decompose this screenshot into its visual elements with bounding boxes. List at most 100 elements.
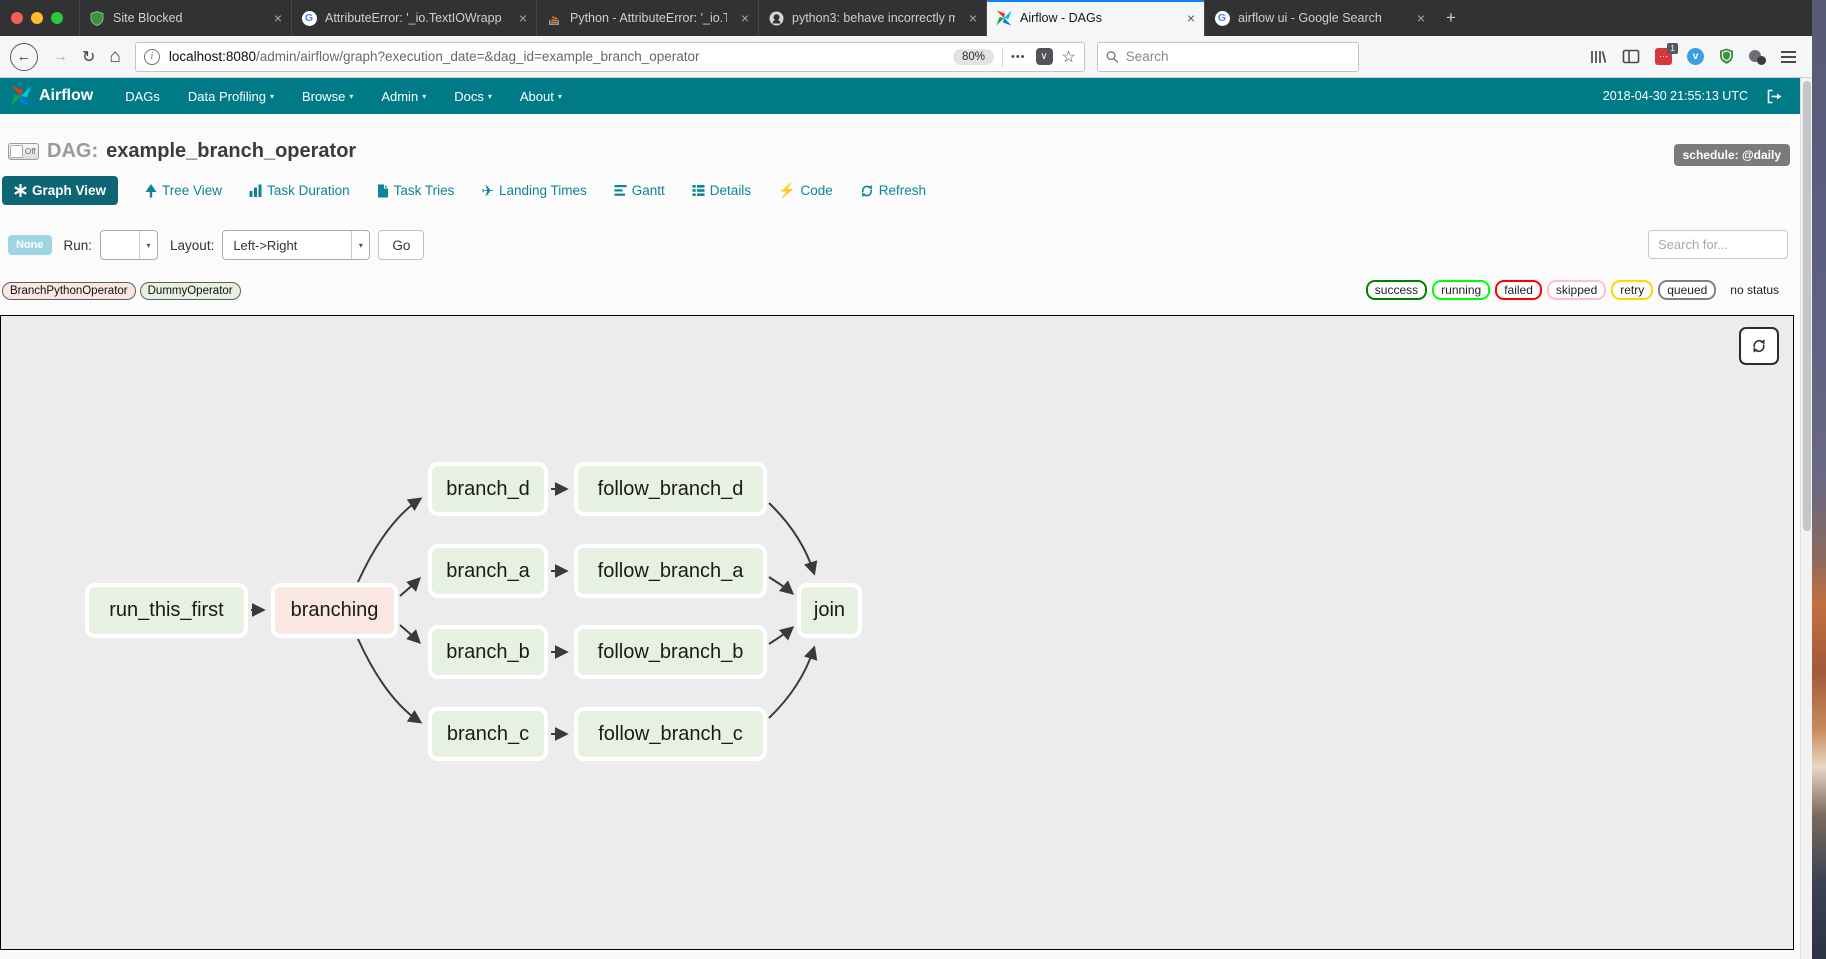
close-tab-icon[interactable]: × bbox=[274, 10, 282, 26]
scrollbar-thumb[interactable] bbox=[1803, 81, 1811, 531]
forward-button[interactable]: → bbox=[52, 48, 68, 66]
nav-item-docs[interactable]: Docs▾ bbox=[440, 78, 506, 114]
dag-node-branch-b[interactable]: branch_b bbox=[428, 625, 548, 679]
page-scrollbar[interactable] bbox=[1800, 78, 1812, 959]
gantt-bars-icon bbox=[614, 184, 627, 197]
close-tab-icon[interactable]: × bbox=[969, 10, 977, 26]
zoom-level-badge[interactable]: 80% bbox=[953, 49, 994, 65]
airflow-icon bbox=[996, 10, 1012, 26]
adblock-extension-icon[interactable]: ⋯ 1 bbox=[1655, 48, 1672, 65]
tab-title: Python - AttributeError: '_io.Te bbox=[570, 11, 727, 25]
dag-node-run-this-first[interactable]: run_this_first bbox=[85, 583, 248, 638]
extension-badge: 1 bbox=[1667, 43, 1678, 54]
graph-refresh-button[interactable] bbox=[1739, 327, 1779, 365]
logout-icon[interactable] bbox=[1766, 89, 1782, 104]
dag-header: Off DAG: example_branch_operator bbox=[8, 140, 356, 163]
zoom-window-button[interactable] bbox=[51, 12, 63, 24]
dag-node-join[interactable]: join bbox=[797, 583, 862, 638]
tab-python3-behave[interactable]: python3: behave incorrectly mo × bbox=[758, 0, 986, 36]
close-tab-icon[interactable]: × bbox=[741, 10, 749, 26]
tab-title: airflow ui - Google Search bbox=[1238, 11, 1403, 25]
back-button[interactable]: ← bbox=[10, 43, 38, 71]
search-input[interactable] bbox=[1126, 49, 1350, 64]
node-label: branch_b bbox=[446, 641, 529, 664]
airflow-brand[interactable]: Airflow bbox=[10, 85, 93, 107]
home-button[interactable]: ⌂ bbox=[109, 46, 120, 68]
legend-status-queued: queued bbox=[1658, 280, 1716, 300]
airflow-navbar: Airflow DAGs Data Profiling▾ Browse▾ Adm… bbox=[0, 78, 1800, 114]
node-label: branch_a bbox=[446, 560, 529, 583]
plane-icon: ✈ bbox=[481, 182, 494, 200]
dag-prefix-label: DAG: bbox=[47, 140, 98, 163]
tab-code[interactable]: ⚡ Code bbox=[778, 182, 833, 199]
file-chart-icon bbox=[377, 184, 389, 198]
tab-title: Site Blocked bbox=[113, 11, 260, 25]
ghostery-extension-icon[interactable] bbox=[1749, 48, 1766, 65]
browser-tab-bar: Site Blocked × G AttributeError: '_io.Te… bbox=[0, 0, 1812, 36]
blue-extension-icon[interactable]: v bbox=[1687, 48, 1704, 65]
dag-node-branching[interactable]: branching bbox=[271, 583, 398, 638]
tab-attributeerror[interactable]: G AttributeError: '_io.TextIOWrapp × bbox=[291, 0, 536, 36]
dag-node-branch-c[interactable]: branch_c bbox=[428, 707, 548, 761]
dag-node-branch-a[interactable]: branch_a bbox=[428, 544, 548, 598]
pocket-icon[interactable]: ∨ bbox=[1036, 48, 1053, 65]
airflow-logo-icon bbox=[10, 85, 32, 107]
run-select[interactable]: ▾ bbox=[100, 230, 158, 260]
task-search-input[interactable] bbox=[1648, 230, 1788, 259]
dag-node-follow-branch-c[interactable]: follow_branch_c bbox=[574, 707, 767, 761]
dag-graph-canvas[interactable]: run_this_first branching branch_d follow… bbox=[0, 315, 1794, 950]
url-host: localhost:8080 bbox=[169, 49, 256, 64]
sidebar-icon[interactable] bbox=[1622, 49, 1640, 64]
shield-extension-icon[interactable] bbox=[1719, 48, 1734, 65]
nav-item-dags[interactable]: DAGs bbox=[111, 78, 174, 114]
close-tab-icon[interactable]: × bbox=[1187, 10, 1195, 26]
dag-pause-toggle[interactable]: Off bbox=[8, 143, 39, 160]
tab-landing-times[interactable]: ✈ Landing Times bbox=[481, 182, 586, 200]
caret-down-icon: ▾ bbox=[558, 92, 562, 101]
url-text[interactable]: localhost:8080/admin/airflow/graph?execu… bbox=[169, 49, 953, 64]
nav-item-admin[interactable]: Admin▾ bbox=[367, 78, 440, 114]
close-tab-icon[interactable]: × bbox=[519, 10, 527, 26]
dag-node-follow-branch-d[interactable]: follow_branch_d bbox=[574, 462, 767, 516]
reload-button[interactable]: ↻ bbox=[82, 47, 95, 67]
minimize-window-button[interactable] bbox=[31, 12, 43, 24]
legend-status-running: running bbox=[1432, 280, 1490, 300]
legend-status-retry: retry bbox=[1611, 280, 1653, 300]
legend-branchpythonoperator: BranchPythonOperator bbox=[2, 282, 136, 300]
legend-status-no-status: no status bbox=[1721, 280, 1788, 300]
tab-tree-view[interactable]: Tree View bbox=[145, 183, 222, 198]
tab-gantt[interactable]: Gantt bbox=[614, 183, 665, 198]
browser-search-bar[interactable] bbox=[1097, 42, 1359, 72]
url-bar[interactable]: i localhost:8080/admin/airflow/graph?exe… bbox=[135, 42, 1085, 72]
toggle-label: Off bbox=[25, 147, 36, 156]
layout-select[interactable]: Left->Right ▾ bbox=[222, 230, 370, 260]
caret-down-icon: ▾ bbox=[488, 92, 492, 101]
go-button[interactable]: Go bbox=[378, 230, 424, 260]
bookmark-star-icon[interactable]: ☆ bbox=[1062, 47, 1076, 67]
status-legend: success running failed skipped retry que… bbox=[1366, 280, 1788, 300]
menu-icon[interactable] bbox=[1781, 51, 1796, 63]
dag-node-follow-branch-a[interactable]: follow_branch_a bbox=[574, 544, 767, 598]
tab-task-duration[interactable]: Task Duration bbox=[249, 183, 350, 198]
close-window-button[interactable] bbox=[11, 12, 23, 24]
site-info-icon[interactable]: i bbox=[144, 49, 160, 65]
tab-graph-view[interactable]: Graph View bbox=[2, 176, 118, 205]
tab-airflow-ui-search[interactable]: G airflow ui - Google Search × bbox=[1204, 0, 1434, 36]
tab-airflow-dags[interactable]: Airflow - DAGs × bbox=[986, 0, 1204, 36]
dag-edges bbox=[1, 316, 1795, 951]
library-icon[interactable] bbox=[1589, 49, 1607, 65]
dag-node-branch-d[interactable]: branch_d bbox=[428, 462, 548, 516]
tab-task-tries[interactable]: Task Tries bbox=[377, 183, 455, 198]
tab-python-attributeerror[interactable]: Python - AttributeError: '_io.Te × bbox=[536, 0, 758, 36]
dag-node-follow-branch-b[interactable]: follow_branch_b bbox=[574, 625, 767, 679]
new-tab-button[interactable]: + bbox=[1434, 0, 1468, 36]
tab-refresh[interactable]: Refresh bbox=[860, 183, 926, 198]
page-actions-icon[interactable]: ••• bbox=[1011, 51, 1026, 63]
nav-item-browse[interactable]: Browse▾ bbox=[288, 78, 367, 114]
nav-item-about[interactable]: About▾ bbox=[506, 78, 576, 114]
run-label: Run: bbox=[64, 238, 93, 253]
close-tab-icon[interactable]: × bbox=[1417, 10, 1425, 26]
tab-details[interactable]: Details bbox=[692, 183, 751, 198]
nav-item-data-profiling[interactable]: Data Profiling▾ bbox=[174, 78, 288, 114]
tab-site-blocked[interactable]: Site Blocked × bbox=[79, 0, 291, 36]
